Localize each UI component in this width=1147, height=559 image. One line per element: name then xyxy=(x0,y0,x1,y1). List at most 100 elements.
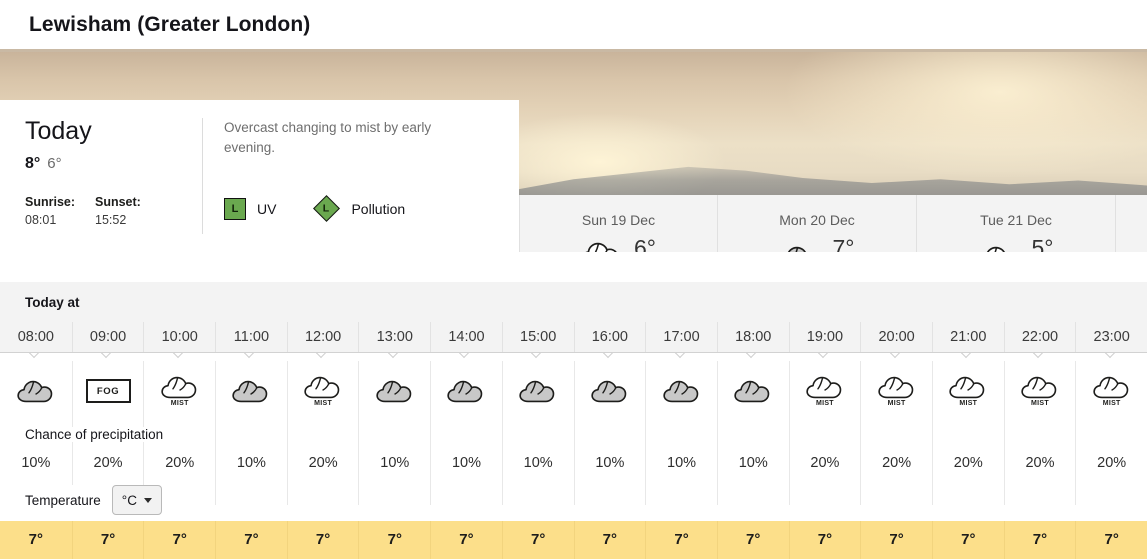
day-card-body: MIST6°5° xyxy=(520,236,717,252)
hero-banner-image: Today 8°6° Sunrise: 08:01 Sunset: 15:52 … xyxy=(0,52,1147,252)
precipitation-value: 20% xyxy=(287,447,359,479)
day-card-high: 5° xyxy=(1032,236,1054,252)
hour-notch-cell xyxy=(789,353,861,361)
chevron-down-notch-icon xyxy=(244,353,257,360)
hour-icon-cell xyxy=(717,361,789,421)
gridline-cell xyxy=(932,479,1004,505)
temperature-label: Temperature xyxy=(25,493,101,508)
hour-column[interactable]: 16:00 xyxy=(574,322,646,352)
day-forecast-card[interactable]: Sun 19 DecMIST6°5° xyxy=(519,195,718,252)
hour-icon-cell xyxy=(215,361,287,421)
hour-column[interactable]: 08:00 xyxy=(0,322,72,352)
chevron-down-notch-icon xyxy=(459,353,472,360)
hour-column[interactable]: 20:00 xyxy=(860,322,932,352)
gridline-cell xyxy=(717,421,789,447)
precipitation-value: 10% xyxy=(645,447,717,479)
gridline-cell xyxy=(215,421,287,447)
uv-badge-group[interactable]: L UV xyxy=(224,198,276,220)
overcast-cloud-icon xyxy=(591,379,629,403)
today-high-temp: 8° xyxy=(25,155,40,172)
hour-icon-cell xyxy=(0,361,72,421)
mist-cloud-icon xyxy=(304,375,342,399)
hour-column[interactable]: 13:00 xyxy=(358,322,430,352)
mist-cloud-icon xyxy=(161,375,199,399)
day-forecast-card[interactable]: Tue 21 Dec5°0° xyxy=(917,195,1116,252)
hour-notch-cell xyxy=(287,353,359,361)
hour-temperature-value: 7° xyxy=(215,521,287,559)
chevron-down-notch-icon xyxy=(531,353,544,360)
hour-icon-cell: MIST xyxy=(932,361,1004,421)
hour-icon-cell: MIST xyxy=(143,361,215,421)
gridline-cell xyxy=(502,479,574,505)
daily-forecast-strip[interactable]: Sun 19 DecMIST6°5°Mon 20 Dec7°3°Tue 21 D… xyxy=(519,195,1147,252)
hour-column[interactable]: 12:00 xyxy=(287,322,359,352)
hour-notch-cell xyxy=(143,353,215,361)
hour-column[interactable]: 14:00 xyxy=(430,322,502,352)
mist-caption: MIST xyxy=(888,400,906,407)
temperature-control-row: Temperature °C xyxy=(0,479,1147,521)
hour-column[interactable]: 19:00 xyxy=(789,322,861,352)
hour-column[interactable]: 21:00 xyxy=(932,322,1004,352)
hour-time-label: 08:00 xyxy=(0,322,72,352)
hour-column[interactable]: 18:00 xyxy=(717,322,789,352)
hourly-time-row[interactable]: 08:0009:0010:0011:0012:0013:0014:0015:00… xyxy=(0,322,1147,353)
gridline-cell xyxy=(932,421,1004,447)
today-left-column: Today 8°6° Sunrise: 08:01 Sunset: 15:52 xyxy=(0,118,203,234)
temperature-unit-value: °C xyxy=(122,493,137,508)
hour-column[interactable]: 15:00 xyxy=(502,322,574,352)
hour-column[interactable]: 10:00 xyxy=(143,322,215,352)
chevron-down-notch-icon xyxy=(818,353,831,360)
overcast-cloud-icon xyxy=(376,379,414,403)
hour-column[interactable]: 17:00 xyxy=(645,322,717,352)
overcast-cloud-icon xyxy=(519,379,557,403)
sun-times: Sunrise: 08:01 Sunset: 15:52 xyxy=(25,195,202,227)
hour-icon-cell xyxy=(645,361,717,421)
hourly-header: Today at xyxy=(0,282,1147,322)
day-card-high: 6° xyxy=(634,236,656,252)
hour-notch-cell xyxy=(72,353,144,361)
hour-icon-cell: MIST xyxy=(860,361,932,421)
today-description: Overcast changing to mist by early eveni… xyxy=(224,118,469,158)
overcast-cloud-icon xyxy=(663,379,701,403)
cloud-icon xyxy=(979,245,1019,252)
gridline-cell xyxy=(789,421,861,447)
precipitation-value: 20% xyxy=(1004,447,1076,479)
precipitation-label: Chance of precipitation xyxy=(25,427,169,442)
gridline-cell xyxy=(430,421,502,447)
pollution-badge-group[interactable]: L Pollution xyxy=(313,199,405,218)
hour-column[interactable]: 23:00 xyxy=(1075,322,1147,352)
day-card-body: 5°0° xyxy=(917,236,1115,252)
today-temperature-range: 8°6° xyxy=(25,155,202,173)
hour-temperature-value: 7° xyxy=(143,521,215,559)
hour-column[interactable]: 11:00 xyxy=(215,322,287,352)
day-card-date: Wed 22 Dec xyxy=(1116,212,1147,228)
gridline-cell xyxy=(860,421,932,447)
day-forecast-card[interactable]: Wed 22 Dec 4°2° xyxy=(1116,195,1147,252)
hour-time-label: 19:00 xyxy=(790,322,861,352)
mist-caption: MIST xyxy=(959,400,977,407)
day-card-body: 4°2° xyxy=(1116,236,1147,252)
hour-time-label: 13:00 xyxy=(359,322,430,352)
chevron-down-notch-icon xyxy=(746,353,759,360)
hour-time-label: 09:00 xyxy=(73,322,144,352)
hour-time-label: 11:00 xyxy=(216,322,287,352)
day-forecast-card[interactable]: Mon 20 Dec7°3° xyxy=(718,195,917,252)
precipitation-value: 20% xyxy=(143,447,215,479)
chevron-down-notch-icon xyxy=(173,353,186,360)
hour-temperature-value: 7° xyxy=(645,521,717,559)
hour-notch-cell xyxy=(430,353,502,361)
precipitation-value: 20% xyxy=(72,447,144,479)
gridline-cell xyxy=(1004,421,1076,447)
temperature-unit-select[interactable]: °C xyxy=(112,485,162,515)
overcast-cloud-icon xyxy=(447,379,485,403)
overcast-cloud-icon xyxy=(17,379,55,403)
mist-caption: MIST xyxy=(1031,400,1049,407)
hour-column[interactable]: 22:00 xyxy=(1004,322,1076,352)
temperature-band-row: 7°7°7°7°7°7°7°7°7°7°7°7°7°7°7°7° xyxy=(0,521,1147,559)
hour-notch-cell xyxy=(0,353,72,361)
hour-column[interactable]: 09:00 xyxy=(72,322,144,352)
hour-temperature-value: 7° xyxy=(430,521,502,559)
hour-icon-cell xyxy=(358,361,430,421)
uv-label: UV xyxy=(257,201,276,217)
gridline-cell xyxy=(358,479,430,505)
